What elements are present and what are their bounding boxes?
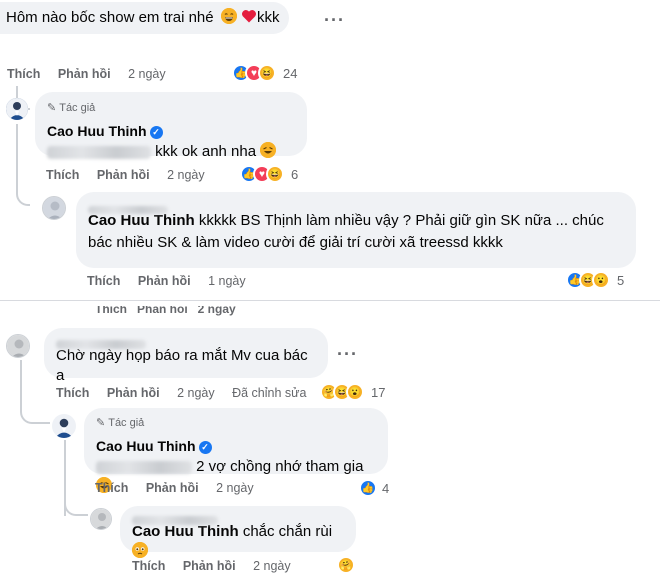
reaction-count: 17 (371, 384, 386, 400)
comment-suffix: kkk (256, 9, 280, 26)
redacted-name (56, 334, 316, 349)
thread-line (20, 360, 50, 424)
comment-bubble: Hôm nào bốc show em trai nhé kkk (0, 2, 290, 34)
reply-actions: Thích Phản hồi 2 ngày (95, 481, 268, 495)
reply-bubble: Cao Huu Thinh chắc chắn rùi (120, 506, 356, 558)
reaction-count: 4 (382, 480, 390, 496)
like-icon: 👍 (359, 479, 377, 497)
author-name[interactable]: Cao Huu Thinh (96, 438, 196, 454)
redacted-text (132, 515, 218, 525)
reply-text-line2: bác nhiều SK & làm video cười để giải tr… (88, 234, 503, 251)
reaction-count: 24 (283, 65, 298, 81)
reply-button[interactable]: Phản hồi (97, 168, 150, 182)
redacted-text (56, 339, 146, 349)
author-name-row: Cao Huu Thinh ✓ (47, 121, 295, 141)
like-button[interactable]: Thích (95, 481, 128, 495)
reply-button[interactable]: Phản hồi (58, 67, 111, 81)
like-button[interactable]: Thích (7, 67, 40, 81)
avatar[interactable] (90, 508, 112, 530)
reply-time[interactable]: 1 ngày (208, 274, 246, 288)
verified-badge-icon: ✓ (198, 440, 212, 454)
reply-body: Cao Huu Thinh chắc chắn rùi (132, 522, 344, 562)
edited-label: Đã chỉnh sửa (232, 386, 307, 400)
haha-icon: 😆 (266, 165, 284, 183)
grin-emoji-icon (220, 8, 237, 24)
comment-actions: Thích Phản hồi 2 ngày (7, 67, 180, 81)
like-button[interactable]: Thích (46, 168, 79, 182)
reply-time[interactable]: 2 ngày (253, 559, 291, 573)
reaction-count: 5 (617, 272, 625, 288)
reply-text: kkk ok anh nha (155, 143, 257, 160)
author-tag: ✎ Tác giả (96, 413, 376, 433)
reaction-summary[interactable]: 🤗 😆 😮 17 (320, 383, 385, 401)
reply-actions: Thích Phản hồi 2 ngày (132, 559, 305, 573)
pencil-icon: ✎ (47, 102, 57, 114)
comment-time[interactable]: 2 ngày (177, 386, 215, 400)
redacted-text (88, 206, 168, 215)
mentioned-name[interactable]: Cao Huu Thinh (88, 212, 195, 229)
divider (0, 300, 660, 301)
thread-line (16, 124, 30, 206)
like-button[interactable]: Thích (87, 274, 120, 288)
wow-icon: 😮 (346, 383, 364, 401)
comment-text: Hôm nào bốc show em trai nhé (6, 9, 214, 26)
reply-bubble: ✎ Tác giả Cao Huu Thinh ✓ 2 vợ chồng nhớ t… (84, 408, 388, 493)
avatar[interactable] (6, 98, 28, 120)
reaction-count: 6 (291, 166, 299, 182)
reply-body: Cao Huu Thinh kkkkk BS Thịnh làm nhiều v… (88, 210, 624, 232)
author-tag-label: Tác giả (59, 102, 96, 114)
reply-button[interactable]: Phản hồi (183, 559, 236, 573)
reply-button[interactable]: Phản hồi (138, 274, 191, 288)
wow-icon: 😮 (592, 271, 610, 289)
reaction-summary[interactable]: 👍 4 (359, 479, 389, 497)
comment-bubble: Chờ ngày họp báo ra mắt Mv cua bác a (44, 328, 328, 384)
cutoff-text: Thích Phản hồi 2 ngày (95, 306, 236, 316)
thread-line (64, 500, 88, 516)
care-icon: 🤗 (337, 556, 355, 574)
more-options-icon[interactable]: ··· (324, 10, 345, 31)
author-name-row: Cao Huu Thinh ✓ (96, 436, 376, 456)
comment-actions: Thích Phản hồi 2 ngày Đã chỉnh sửa (56, 386, 321, 400)
comment-time[interactable]: 2 ngày (128, 67, 166, 81)
reaction-summary[interactable]: 👍 ♥ 😆 24 (232, 64, 297, 82)
author-name[interactable]: Cao Huu Thinh (47, 123, 147, 139)
reply-bubble: Cao Huu Thinh kkkkk BS Thịnh làm nhiều v… (76, 192, 636, 268)
reaction-summary[interactable]: 👍 ♥ 😆 6 (240, 165, 298, 183)
redacted-text (47, 145, 151, 159)
reply-time[interactable]: 2 ngày (167, 168, 205, 182)
avatar[interactable] (6, 334, 30, 358)
more-options-icon[interactable]: ··· (337, 344, 358, 365)
comment-text: Chờ ngày họp báo ra mắt Mv cua bác a (56, 347, 308, 384)
reply-text: 2 vợ chồng nhớ tham gia (196, 458, 364, 475)
avatar[interactable] (52, 414, 76, 438)
reply-text: kkkkk BS Thịnh làm nhiều vậy ? Phải giữ … (198, 212, 604, 229)
like-button[interactable]: Thích (132, 559, 165, 573)
haha-icon: 😆 (258, 64, 276, 82)
reaction-summary[interactable]: 👍 😆 😮 5 (566, 271, 624, 289)
author-tag-label: Tác giả (108, 417, 145, 429)
redacted-text (96, 460, 192, 474)
like-button[interactable]: Thích (56, 386, 89, 400)
author-tag: ✎ Tác giả (47, 98, 295, 118)
reply-text: chắc chắn rùi (242, 523, 333, 540)
reply-bubble: ✎ Tác giả Cao Huu Thinh ✓ kkk ok anh nha (35, 92, 307, 160)
avatar[interactable] (42, 196, 66, 220)
reply-time[interactable]: 2 ngày (216, 481, 254, 495)
reply-body: kkk ok anh nha (47, 142, 295, 162)
verified-badge-icon: ✓ (149, 125, 163, 139)
heart-emoji-icon (241, 8, 257, 24)
pleading-emoji-icon (132, 542, 148, 558)
mentioned-name[interactable]: Cao Huu Thinh (132, 523, 239, 540)
reply-button[interactable]: Phản hồi (107, 386, 160, 400)
reply-actions: Thích Phản hồi 2 ngày (46, 168, 219, 182)
redacted-name (88, 200, 624, 215)
redacted-name (132, 510, 344, 525)
cutoff-actions: Thích Phản hồi 2 ngày (95, 306, 250, 316)
reply-actions: Thích Phản hồi 1 ngày (87, 274, 260, 288)
pencil-icon: ✎ (96, 417, 106, 429)
rofl-emoji-icon (260, 142, 277, 158)
reaction-summary[interactable]: 🤗 (337, 556, 355, 574)
reply-button[interactable]: Phản hồi (146, 481, 199, 495)
